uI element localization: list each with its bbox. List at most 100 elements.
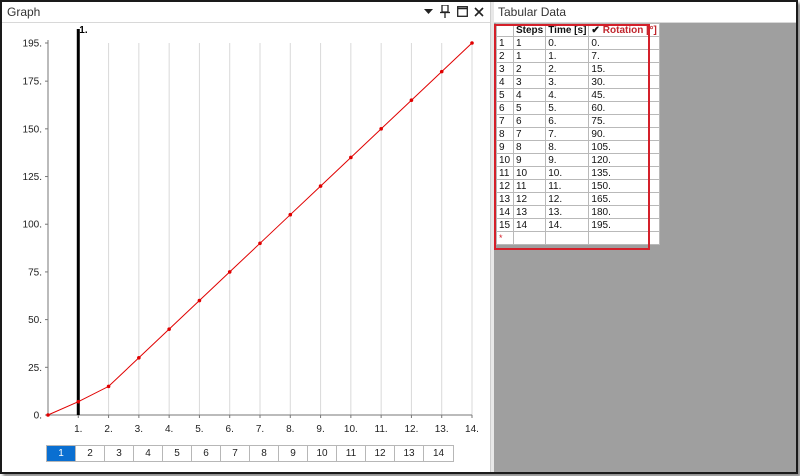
table-row[interactable]: 5 4 4. 45. <box>496 88 660 102</box>
time-cell[interactable]: 13. <box>545 205 590 219</box>
time-cell[interactable]: 14. <box>545 218 590 232</box>
new-row-cell[interactable] <box>545 231 590 245</box>
time-cell[interactable]: 0. <box>545 36 590 50</box>
table-row[interactable]: 13 12 12. 165. <box>496 192 660 206</box>
rotation-cell[interactable]: 7. <box>588 49 660 63</box>
rotation-cell[interactable]: 45. <box>588 88 660 102</box>
steps-cell[interactable]: 10 <box>512 166 547 180</box>
steps-cell[interactable]: 6 <box>512 114 547 128</box>
table-row[interactable]: 9 8 8. 105. <box>496 140 660 154</box>
steps-cell[interactable]: 4 <box>512 88 547 102</box>
data-point <box>349 155 353 160</box>
steps-cell[interactable]: 11 <box>512 179 547 193</box>
time-cell[interactable]: 11. <box>545 179 590 193</box>
table-row[interactable]: 14 13 13. 180. <box>496 205 660 219</box>
steps-cell[interactable]: 12 <box>512 192 547 206</box>
x-tick-label: 13. <box>435 424 449 435</box>
rotation-cell[interactable]: 30. <box>588 75 660 89</box>
step-tab[interactable]: 3 <box>105 446 134 461</box>
table-row[interactable]: 4 3 3. 30. <box>496 75 660 89</box>
steps-cell[interactable]: 1 <box>512 36 547 50</box>
step-tab[interactable]: 2 <box>76 446 105 461</box>
step-tab[interactable]: 5 <box>163 446 192 461</box>
step-tab[interactable]: 1 <box>47 446 76 461</box>
rotation-cell[interactable]: 90. <box>588 127 660 141</box>
x-tick-label: 3. <box>135 424 143 435</box>
steps-cell[interactable]: 5 <box>512 101 547 115</box>
y-tick-label: 100. <box>23 220 42 231</box>
rotation-column-header[interactable]: ✔ Rotation [°] <box>588 23 660 37</box>
rotation-cell[interactable]: 15. <box>588 62 660 76</box>
step-tab[interactable]: 11 <box>337 446 366 461</box>
step-tab[interactable]: 4 <box>134 446 163 461</box>
time-cell[interactable]: 4. <box>545 88 590 102</box>
rotation-cell[interactable]: 180. <box>588 205 660 219</box>
y-tick-label: 75. <box>28 267 42 278</box>
maximize-icon[interactable] <box>455 4 469 19</box>
new-row-marker[interactable]: * <box>496 231 514 245</box>
rotation-cell[interactable]: 120. <box>588 153 660 167</box>
step-tab[interactable]: 14 <box>424 446 453 461</box>
steps-cell[interactable]: 14 <box>512 218 547 232</box>
steps-column-header[interactable]: Steps <box>512 23 547 37</box>
row-index-cell: 12 <box>496 179 514 193</box>
table-row[interactable]: 6 5 5. 60. <box>496 101 660 115</box>
table-row[interactable]: 12 11 11. 150. <box>496 179 660 193</box>
steps-cell[interactable]: 7 <box>512 127 547 141</box>
steps-cell[interactable]: 9 <box>512 153 547 167</box>
table-row[interactable]: 11 10 10. 135. <box>496 166 660 180</box>
rotation-cell[interactable]: 0. <box>588 36 660 50</box>
time-cell[interactable]: 6. <box>545 114 590 128</box>
close-icon[interactable] <box>472 4 486 19</box>
step-tab[interactable]: 7 <box>221 446 250 461</box>
rotation-cell[interactable]: 135. <box>588 166 660 180</box>
data-point <box>258 241 262 246</box>
table-row[interactable]: 3 2 2. 15. <box>496 62 660 76</box>
rotation-cell[interactable]: 150. <box>588 179 660 193</box>
time-cell[interactable]: 9. <box>545 153 590 167</box>
new-row[interactable]: * <box>496 231 660 245</box>
step-tab[interactable]: 8 <box>250 446 279 461</box>
time-cell[interactable]: 12. <box>545 192 590 206</box>
step-tab[interactable]: 10 <box>308 446 337 461</box>
steps-cell[interactable]: 1 <box>512 49 547 63</box>
data-point <box>227 270 232 274</box>
steps-cell[interactable]: 3 <box>512 75 547 89</box>
table-row[interactable]: 2 1 1. 7. <box>496 49 660 63</box>
table-row[interactable]: 7 6 6. 75. <box>496 114 660 128</box>
step-tab[interactable]: 9 <box>279 446 308 461</box>
table-row[interactable]: 1 1 0. 0. <box>496 36 660 50</box>
step-tab[interactable]: 12 <box>366 446 395 461</box>
steps-cell[interactable]: 8 <box>512 140 547 154</box>
time-cell[interactable]: 1. <box>545 49 590 63</box>
step-tab[interactable]: 13 <box>395 446 424 461</box>
row-index-cell: 11 <box>496 166 514 180</box>
rotation-cell[interactable]: 105. <box>588 140 660 154</box>
table-row[interactable]: 10 9 9. 120. <box>496 153 660 167</box>
pin-icon[interactable] <box>438 4 452 19</box>
time-cell[interactable]: 3. <box>545 75 590 89</box>
rotation-cell[interactable]: 165. <box>588 192 660 206</box>
new-row-cell[interactable] <box>588 231 660 245</box>
checkmark-icon[interactable]: ✔ <box>591 25 599 36</box>
time-cell[interactable]: 7. <box>545 127 590 141</box>
time-cell[interactable]: 8. <box>545 140 590 154</box>
row-index-cell: 5 <box>496 88 514 102</box>
rotation-time-chart[interactable]: 0. 25. 50. 75. 100. 125. 150. 175. 195. 1. 2. 3. 4. 5… <box>2 24 490 444</box>
dropdown-icon[interactable] <box>421 4 435 19</box>
time-cell[interactable]: 2. <box>545 62 590 76</box>
x-tick-label: 1. <box>74 424 82 435</box>
table-row[interactable]: 8 7 7. 90. <box>496 127 660 141</box>
new-row-cell[interactable] <box>512 231 547 245</box>
step-tab[interactable]: 6 <box>192 446 221 461</box>
steps-cell[interactable]: 13 <box>512 205 547 219</box>
time-column-header[interactable]: Time [s] <box>545 23 590 37</box>
time-cell[interactable]: 5. <box>545 101 590 115</box>
steps-cell[interactable]: 2 <box>512 62 547 76</box>
data-point <box>46 413 50 417</box>
rotation-cell[interactable]: 60. <box>588 101 660 115</box>
time-cell[interactable]: 10. <box>545 166 590 180</box>
table-row[interactable]: 15 14 14. 195. <box>496 218 660 232</box>
rotation-cell[interactable]: 195. <box>588 218 660 232</box>
rotation-cell[interactable]: 75. <box>588 114 660 128</box>
